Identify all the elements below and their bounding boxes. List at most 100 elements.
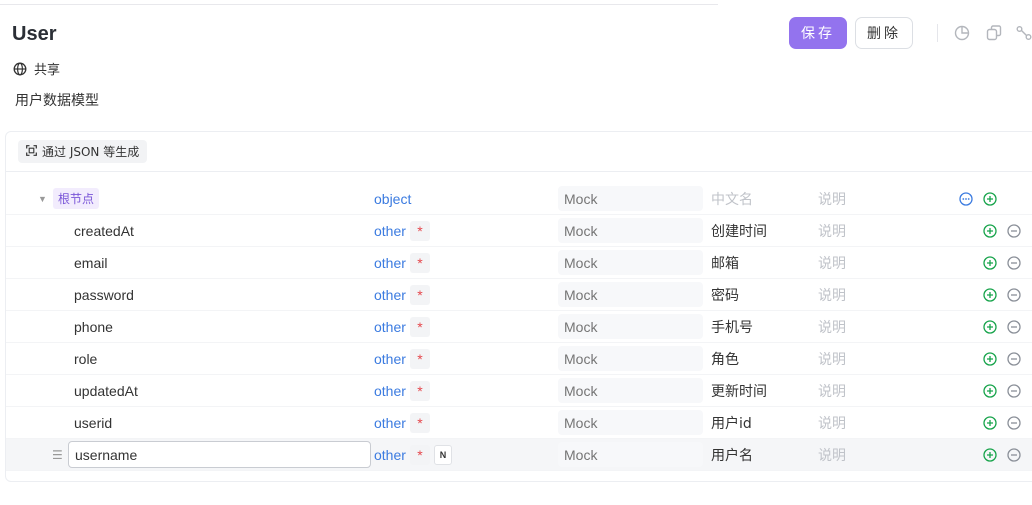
field-type[interactable]: object <box>374 183 411 214</box>
schema-field-row: phone other* 手机号 说明 <box>6 311 1032 343</box>
description-field[interactable]: 说明 <box>818 183 846 214</box>
chinese-name-field[interactable]: 更新时间 <box>711 375 767 406</box>
schema-field-row: password other* 密码 说明 <box>6 279 1032 311</box>
add-sibling-icon[interactable] <box>983 287 999 303</box>
globe-icon <box>13 62 27 76</box>
mock-input[interactable] <box>558 378 703 403</box>
mock-input[interactable] <box>558 410 703 435</box>
schema-field-row: updatedAt other* 更新时间 说明 <box>6 375 1032 407</box>
field-name[interactable]: userid <box>74 407 112 438</box>
mock-input[interactable] <box>558 314 703 339</box>
share-indicator[interactable]: 共享 <box>13 59 60 78</box>
generate-label: 通过 JSON 等生成 <box>42 145 140 159</box>
field-name[interactable]: phone <box>74 311 113 342</box>
remove-field-icon[interactable] <box>1007 447 1023 463</box>
field-type[interactable]: other <box>374 279 406 310</box>
field-type[interactable]: other <box>374 215 406 246</box>
chart-icon[interactable] <box>953 24 971 42</box>
drag-handle-icon[interactable]: ☰ <box>52 439 63 470</box>
required-toggle[interactable]: * <box>410 445 430 465</box>
remove-field-icon[interactable] <box>1007 319 1023 335</box>
chinese-name-field[interactable]: 手机号 <box>711 311 753 342</box>
description-field[interactable]: 说明 <box>818 279 846 310</box>
add-sibling-icon[interactable] <box>983 351 999 367</box>
root-node-tag: 根节点 <box>53 183 100 214</box>
mock-input[interactable] <box>558 186 703 211</box>
remove-field-icon[interactable] <box>1007 255 1023 271</box>
model-description: 用户数据模型 <box>15 92 99 108</box>
chinese-name-field[interactable]: 邮箱 <box>711 247 739 278</box>
required-toggle[interactable]: * <box>410 221 430 241</box>
remove-field-icon[interactable] <box>1007 223 1023 239</box>
field-name[interactable]: password <box>74 279 134 310</box>
field-name[interactable]: updatedAt <box>74 375 138 406</box>
field-name[interactable]: email <box>74 247 107 278</box>
top-divider <box>0 0 718 5</box>
add-sibling-icon[interactable] <box>983 383 999 399</box>
field-type[interactable]: other <box>374 439 406 470</box>
required-toggle[interactable]: * <box>410 349 430 369</box>
page-title: User <box>12 23 57 45</box>
add-sibling-icon[interactable] <box>983 319 999 335</box>
schema-panel: 通过 JSON 等生成 ▼ 根节点 object 中文名 说明 createdA… <box>5 131 1032 482</box>
description-field[interactable]: 说明 <box>818 343 846 374</box>
nullable-toggle[interactable]: N <box>434 445 452 465</box>
field-type[interactable]: other <box>374 343 406 374</box>
field-type[interactable]: other <box>374 375 406 406</box>
schema-panel-header: 通过 JSON 等生成 <box>6 132 1032 172</box>
share-label: 共享 <box>34 62 61 77</box>
chinese-name-field[interactable]: 用户id <box>711 407 752 438</box>
remove-field-icon[interactable] <box>1007 383 1023 399</box>
remove-field-icon[interactable] <box>1007 415 1023 431</box>
add-sibling-icon[interactable] <box>983 415 999 431</box>
save-button[interactable]: 保存 <box>789 17 847 49</box>
mock-input[interactable] <box>558 218 703 243</box>
remove-field-icon[interactable] <box>1007 351 1023 367</box>
required-toggle[interactable]: * <box>410 285 430 305</box>
description-field[interactable]: 说明 <box>818 439 846 470</box>
chinese-name-field[interactable]: 角色 <box>711 343 739 374</box>
generate-from-json-button[interactable]: 通过 JSON 等生成 <box>18 140 148 163</box>
mock-input[interactable] <box>558 442 703 467</box>
required-toggle[interactable]: * <box>410 317 430 337</box>
field-type[interactable]: other <box>374 311 406 342</box>
schema-field-row: ☰ other*N 用户名 说明 <box>6 439 1032 471</box>
field-name-input[interactable] <box>68 441 371 468</box>
schema-field-row: role other* 角色 说明 <box>6 343 1032 375</box>
schema-field-row: createdAt other* 创建时间 说明 <box>6 215 1032 247</box>
chinese-name-field[interactable]: 中文名 <box>711 183 753 214</box>
mock-input[interactable] <box>558 250 703 275</box>
scan-icon <box>26 144 37 159</box>
field-name[interactable]: role <box>74 343 97 374</box>
required-toggle[interactable]: * <box>410 413 430 433</box>
schema-field-row: email other* 邮箱 说明 <box>6 247 1032 279</box>
description-field[interactable]: 说明 <box>818 311 846 342</box>
more-options-icon[interactable] <box>959 191 975 207</box>
chinese-name-field[interactable]: 用户名 <box>711 439 753 470</box>
add-sibling-icon[interactable] <box>983 447 999 463</box>
description-field[interactable]: 说明 <box>818 407 846 438</box>
mock-input[interactable] <box>558 346 703 371</box>
field-type[interactable]: other <box>374 247 406 278</box>
add-sibling-icon[interactable] <box>983 223 999 239</box>
mock-input[interactable] <box>558 282 703 307</box>
schema-field-row: userid other* 用户id 说明 <box>6 407 1032 439</box>
chinese-name-field[interactable]: 密码 <box>711 279 739 310</box>
description-field[interactable]: 说明 <box>818 215 846 246</box>
add-sibling-icon[interactable] <box>983 255 999 271</box>
chinese-name-field[interactable]: 创建时间 <box>711 215 767 246</box>
description-field[interactable]: 说明 <box>818 247 846 278</box>
required-toggle[interactable]: * <box>410 253 430 273</box>
description-field[interactable]: 说明 <box>818 375 846 406</box>
field-name[interactable]: createdAt <box>74 215 134 246</box>
toolbar-divider <box>937 24 938 42</box>
field-type[interactable]: other <box>374 407 406 438</box>
collapse-caret-icon[interactable]: ▼ <box>38 183 47 214</box>
connect-icon[interactable] <box>1015 24 1032 42</box>
required-toggle[interactable]: * <box>410 381 430 401</box>
schema-root-row: ▼ 根节点 object 中文名 说明 <box>6 183 1032 215</box>
add-child-icon[interactable] <box>983 191 999 207</box>
copy-icon[interactable] <box>985 24 1003 42</box>
delete-button[interactable]: 删除 <box>855 17 913 49</box>
remove-field-icon[interactable] <box>1007 287 1023 303</box>
